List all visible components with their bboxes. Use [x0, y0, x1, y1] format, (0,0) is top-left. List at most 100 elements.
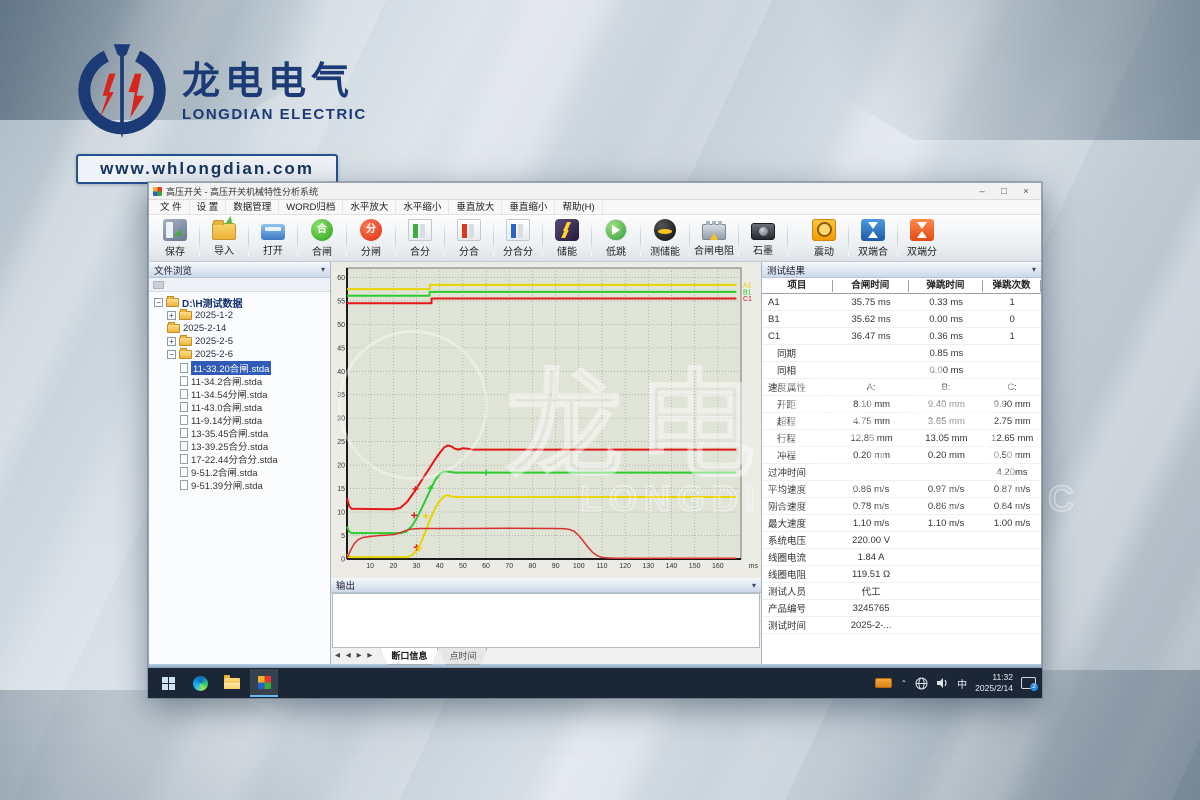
menu-item[interactable]: WORD归档: [279, 201, 343, 214]
start-button[interactable]: [154, 669, 182, 697]
taskbar-edge-button[interactable]: [186, 669, 214, 697]
toolbar-button-label: 震动: [814, 243, 834, 258]
toolbar-button-vibration[interactable]: 震动: [800, 215, 848, 261]
table-row: 产品编号3245765: [762, 600, 1041, 617]
row-label: 过冲时间: [762, 465, 833, 479]
toolbar-button-oco[interactable]: 分合分: [494, 215, 542, 261]
toolbar-button-energy[interactable]: 储能: [543, 215, 591, 261]
tab-inactive[interactable]: 点时间: [438, 648, 487, 665]
tree-expander[interactable]: −: [154, 298, 163, 307]
toolbar-button-open[interactable]: 打开: [249, 215, 297, 261]
menu-item[interactable]: 文 件: [153, 201, 190, 214]
tree-item[interactable]: −D:\H测试数据: [151, 296, 328, 309]
file-icon: [180, 467, 188, 477]
tree-item[interactable]: 11-34.54分闸.stda: [151, 387, 328, 400]
chart-pane: 1020304050607080901001101201301401501600…: [331, 262, 761, 664]
toolbar-button-measure-energy[interactable]: 测储能: [641, 215, 689, 261]
minimize-button[interactable]: –: [971, 184, 993, 199]
toolbar-button-dual-close[interactable]: 双端合: [849, 215, 897, 261]
toolbar-button-open-op[interactable]: 分分闸: [347, 215, 395, 261]
tray-chevron-up-icon[interactable]: ⌃: [900, 679, 907, 688]
toolbar-button-label: 测储能: [650, 243, 680, 258]
toolbar-button-oc[interactable]: 分合: [445, 215, 493, 261]
maximize-button[interactable]: □: [993, 184, 1015, 199]
menu-item[interactable]: 设 置: [190, 201, 227, 214]
tree-item[interactable]: 11-9.14分闸.stda: [151, 413, 328, 426]
toolbar-button-co[interactable]: 合分: [396, 215, 444, 261]
row-value: C:: [983, 382, 1041, 393]
row-value: 1: [983, 331, 1041, 342]
svg-text:120: 120: [619, 563, 631, 570]
tree-item[interactable]: 13-35.45合闸.stda: [151, 426, 328, 439]
tree-item[interactable]: −2025-2-6: [151, 348, 328, 361]
folder-icon: [179, 337, 192, 346]
toolbar-button-resistance[interactable]: 合闸电阻: [690, 215, 738, 261]
analysis-app-icon: [258, 676, 271, 689]
toolbar-button-save[interactable]: 保存: [151, 215, 199, 261]
row-value: 2025-2-...: [833, 620, 909, 631]
tab-active[interactable]: 断口信息: [380, 648, 438, 665]
output-header[interactable]: 输出 ▾: [331, 578, 761, 593]
tree-expander[interactable]: −: [167, 350, 176, 359]
ime-indicator[interactable]: 中: [957, 676, 967, 691]
close-button[interactable]: ×: [1015, 184, 1037, 199]
tree-item[interactable]: +2025-2-5: [151, 335, 328, 348]
notification-center-icon[interactable]: 2: [1021, 677, 1036, 689]
tree-item[interactable]: +2025-1-2: [151, 309, 328, 322]
tree-item[interactable]: 13-39.25合分.stda: [151, 439, 328, 452]
tree-item[interactable]: 11-34.2合闸.stda: [151, 374, 328, 387]
svg-text:A1: A1: [743, 282, 752, 289]
toolbar-button-import[interactable]: 导入: [200, 215, 248, 261]
volume-icon[interactable]: [936, 677, 949, 689]
tree-item[interactable]: 17-22.44分合分.stda: [151, 452, 328, 465]
toolbar-button-graphite[interactable]: 石墨: [739, 215, 787, 261]
toolbar-button-label: 导入: [214, 242, 234, 257]
menu-item[interactable]: 水平缩小: [396, 201, 449, 214]
tree-expander[interactable]: +: [167, 311, 176, 320]
tree-item-label: 9-51.39分闸.stda: [191, 478, 263, 492]
chevron-down-icon[interactable]: ▾: [321, 265, 325, 274]
tree-item[interactable]: 11-43.0合闸.stda: [151, 400, 328, 413]
network-globe-icon[interactable]: [915, 677, 928, 690]
row-label: 最大速度: [762, 516, 833, 530]
row-value: 35.75 ms: [833, 297, 909, 308]
toolbar-button-dual-open[interactable]: 双端分: [898, 215, 946, 261]
svg-text:60: 60: [482, 563, 490, 570]
taskbar-clock[interactable]: 11:32 2025/2/14: [975, 672, 1013, 693]
tree-item[interactable]: 9-51.39分闸.stda: [151, 478, 328, 491]
chevron-down-icon[interactable]: ▾: [752, 581, 756, 590]
results-header[interactable]: 测试结果 ▾: [762, 262, 1041, 278]
menu-item[interactable]: 帮助(H): [555, 201, 602, 214]
svg-text:10: 10: [366, 563, 374, 570]
tray-device-icon[interactable]: [875, 678, 892, 688]
tree-item[interactable]: 2025-2-14: [151, 322, 328, 335]
row-value: 0.00 ms: [909, 314, 983, 325]
tree-item-label: 2025-2-5: [195, 336, 233, 347]
tab-nav-arrows[interactable]: ◀ ◀ ▶ ▶: [335, 651, 374, 659]
menu-item[interactable]: 垂直缩小: [502, 201, 555, 214]
menu-item[interactable]: 垂直放大: [449, 201, 502, 214]
toolbar-button-close-op[interactable]: 合合闸: [298, 215, 346, 261]
file-browser-header[interactable]: 文件浏览 ▾: [149, 262, 330, 278]
toolbar-button-lowtrip[interactable]: 低跳: [592, 215, 640, 261]
title-bar[interactable]: 高压开关 - 高压开关机械特性分析系统 – □ ×: [149, 183, 1041, 200]
svg-text:40: 40: [436, 563, 444, 570]
tree-item[interactable]: 11-33.20合闸.stda: [151, 361, 328, 374]
tree-expander[interactable]: +: [167, 337, 176, 346]
menu-item[interactable]: 水平放大: [343, 201, 396, 214]
taskbar-explorer-button[interactable]: [218, 669, 246, 697]
close-op-icon: 合: [311, 219, 333, 241]
table-row: 速度属性A:B:C:: [762, 379, 1041, 396]
row-value: 12.65 mm: [983, 433, 1041, 444]
refresh-folder-icon[interactable]: [153, 281, 164, 289]
table-row: 行程12.85 mm13.05 mm12.65 mm: [762, 430, 1041, 447]
svg-text:40: 40: [337, 369, 345, 376]
company-logo-block: 龙电电气 LONGDIAN ELECTRIC www.whlongdian.co…: [76, 42, 376, 184]
taskbar-app-button[interactable]: [250, 669, 278, 697]
file-icon: [180, 363, 188, 373]
row-label: 线圈电阻: [762, 567, 833, 581]
chevron-down-icon[interactable]: ▾: [1032, 265, 1036, 274]
tree-item[interactable]: 9-51.2合闸.stda: [151, 465, 328, 478]
menu-item[interactable]: 数据管理: [226, 201, 279, 214]
folder-icon: [167, 324, 180, 333]
